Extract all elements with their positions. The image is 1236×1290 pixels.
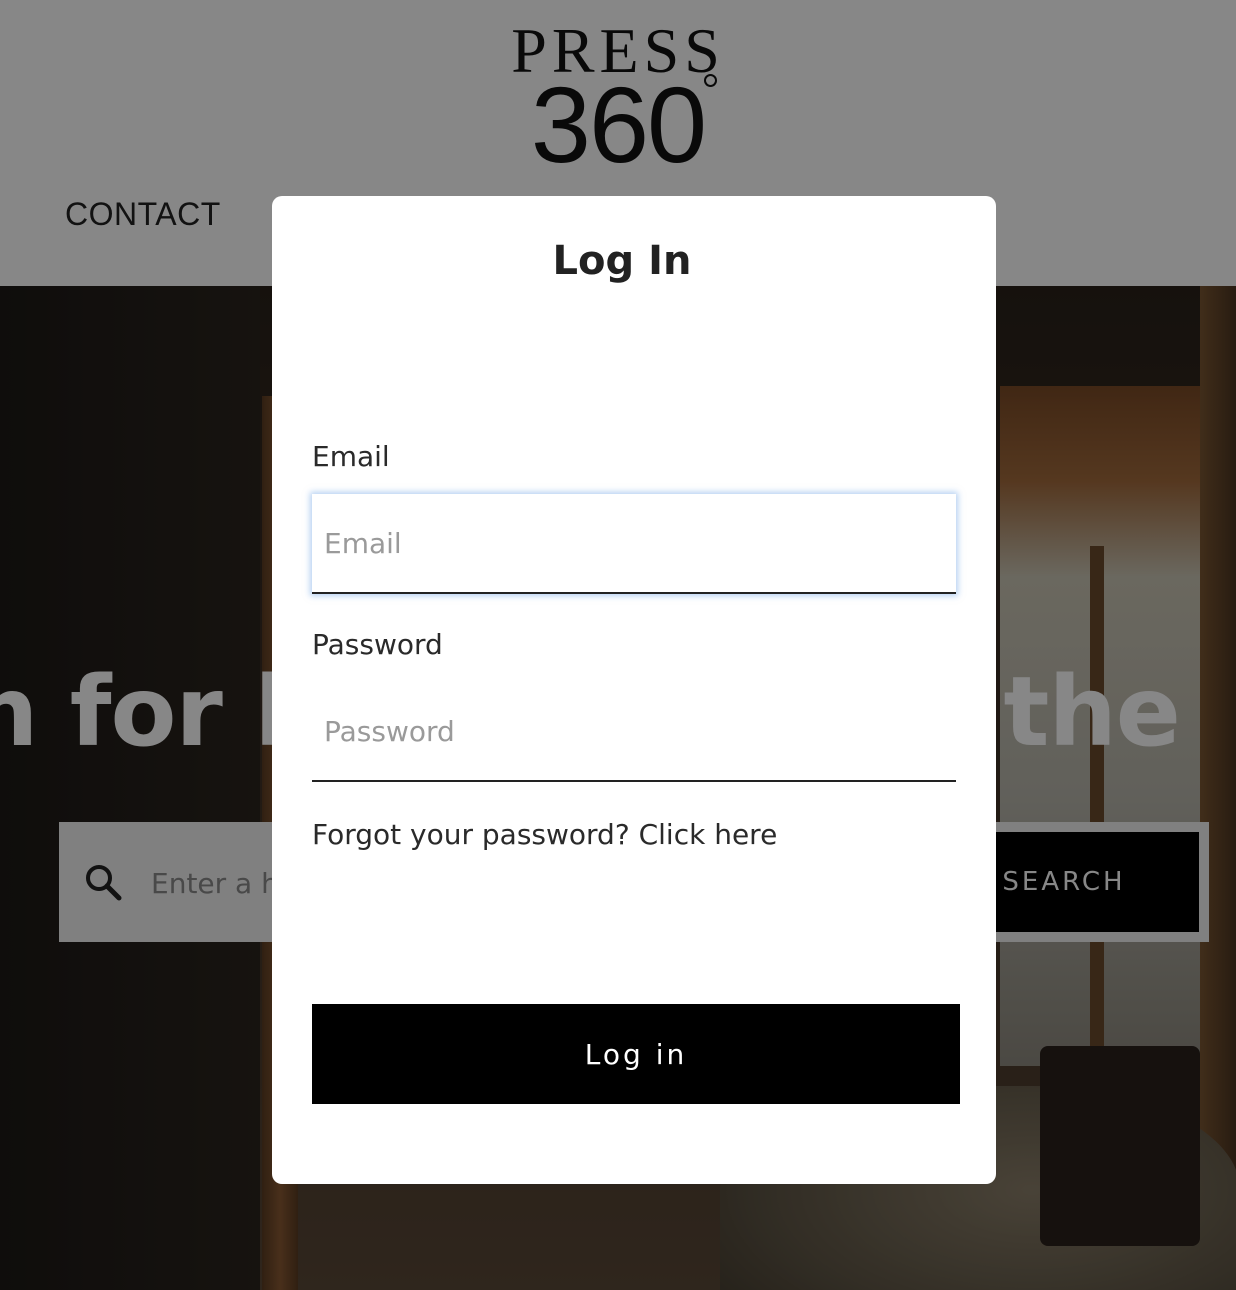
modal-title: Log In: [552, 238, 692, 284]
password-label: Password: [312, 628, 443, 661]
password-field[interactable]: [312, 682, 956, 782]
login-button[interactable]: Log in: [312, 1004, 960, 1104]
forgot-password-link[interactable]: Forgot your password? Click here: [312, 818, 777, 851]
email-label: Email: [312, 440, 390, 473]
page: PRESS 360 CONTACT n for hotel stays in t…: [0, 0, 1236, 1290]
login-modal: Log In Email Password Forgot your passwo…: [272, 196, 996, 1184]
email-field[interactable]: [312, 494, 956, 594]
